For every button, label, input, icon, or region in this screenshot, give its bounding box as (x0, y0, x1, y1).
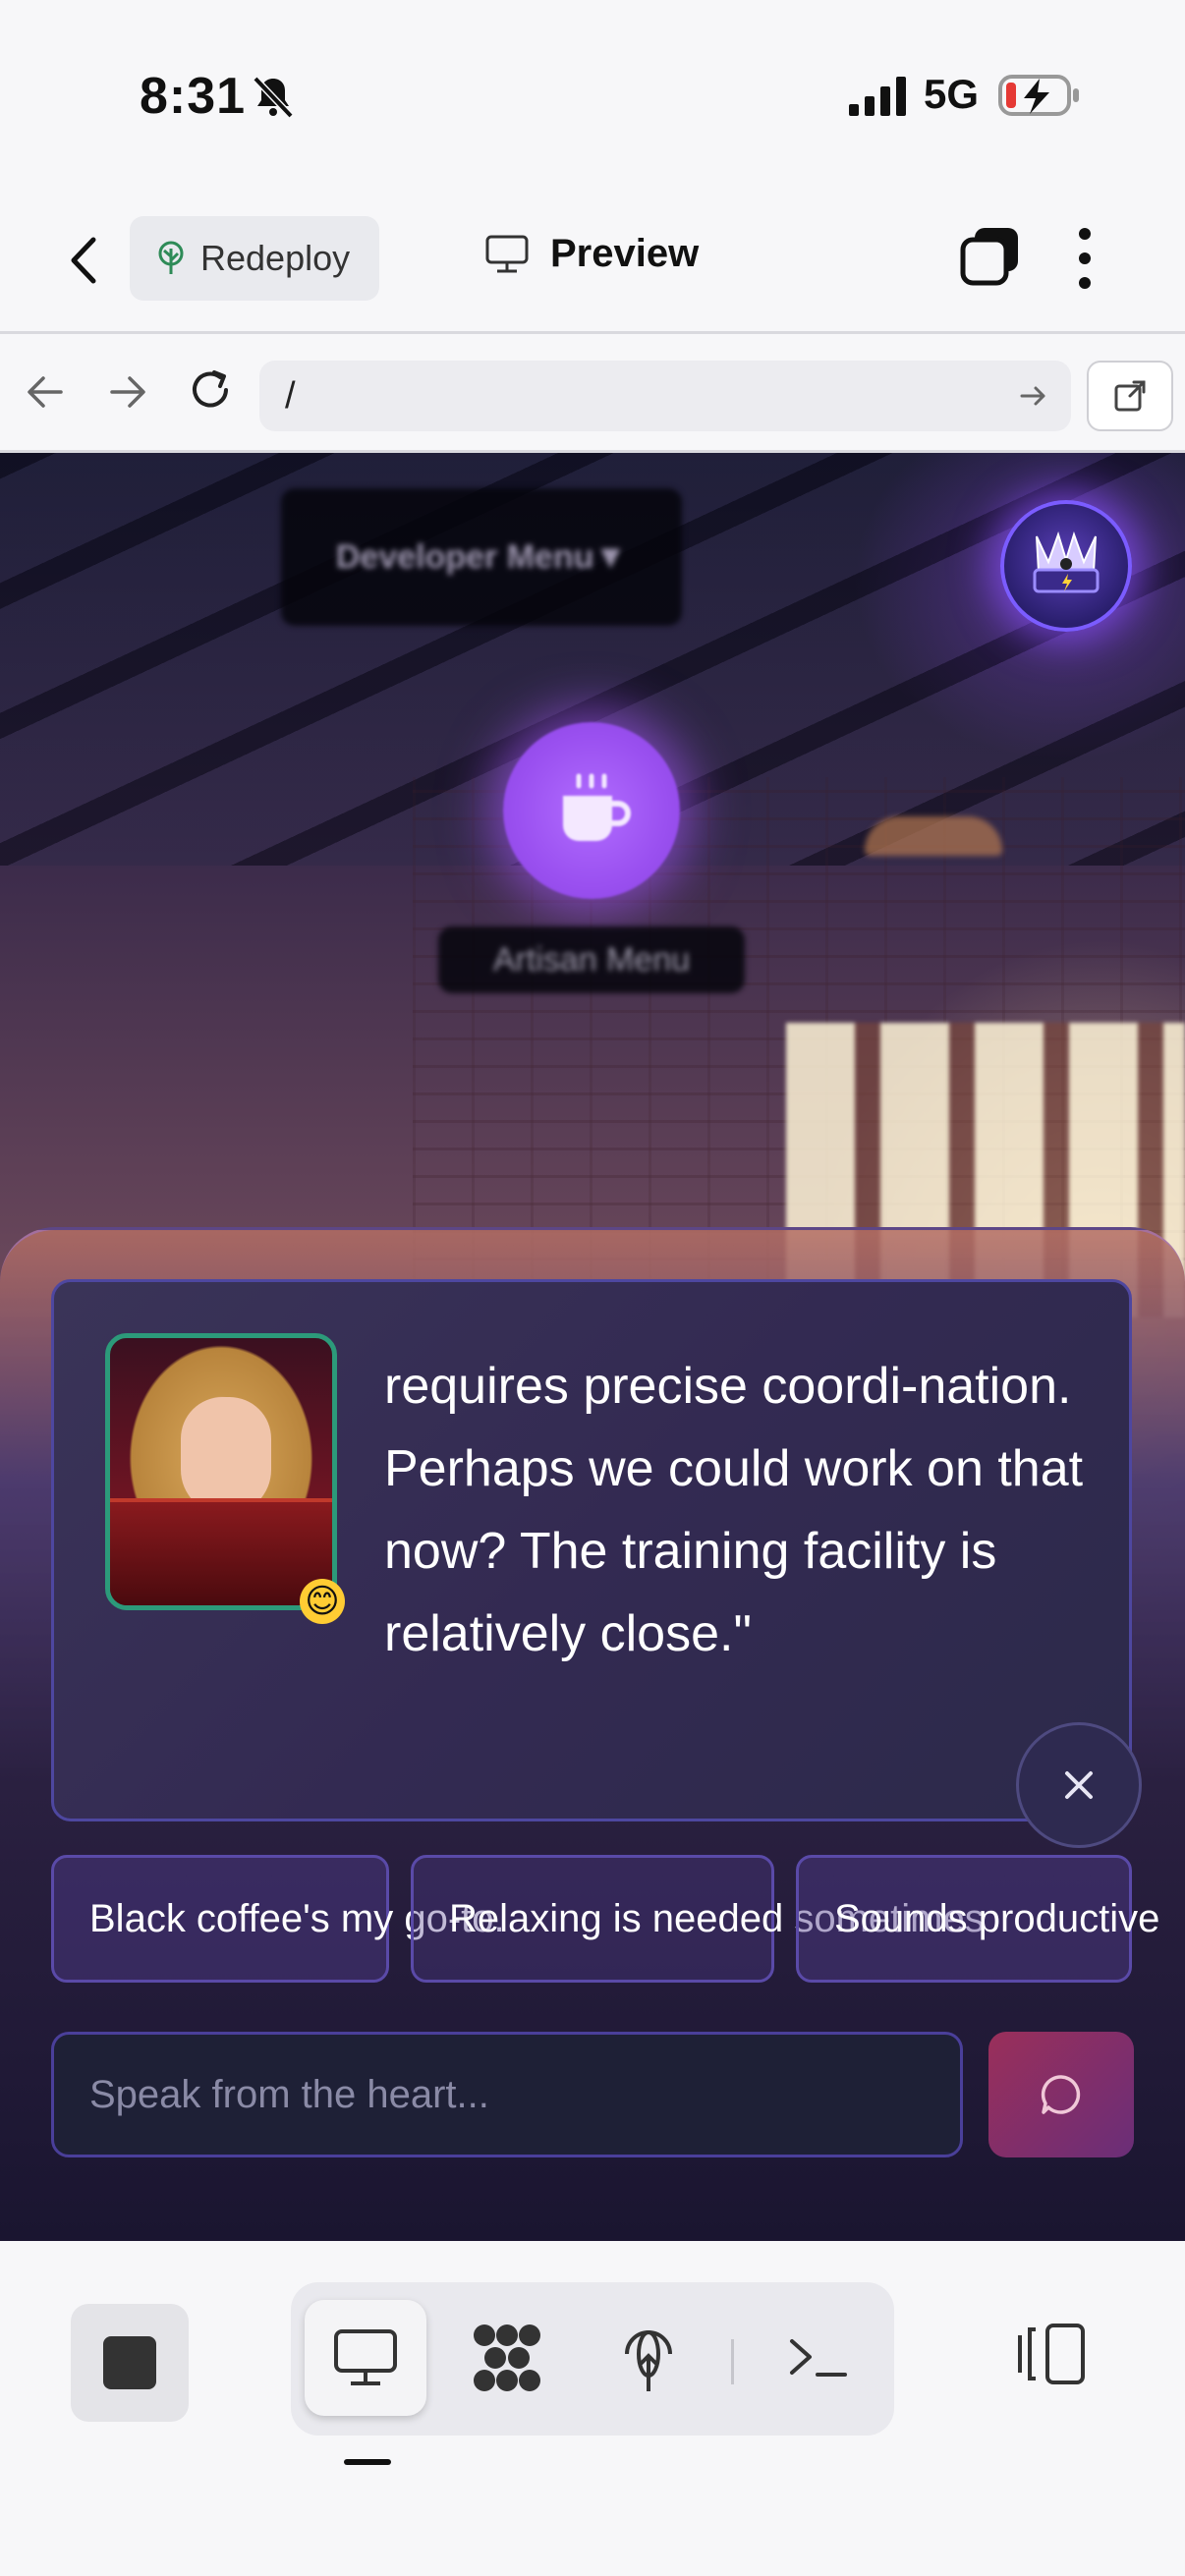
status-bar: 8:31 5G (0, 0, 1185, 196)
antenna-tree-icon (625, 2330, 672, 2391)
go-arrow-icon[interactable] (1016, 378, 1051, 414)
dialog-text: requires precise coordi-nation. Perhaps … (384, 1358, 1084, 1662)
external-link-icon (1114, 380, 1146, 412)
back-button[interactable] (55, 226, 110, 295)
battery-charging-icon (998, 75, 1079, 116)
preview-tab[interactable]: Preview (485, 232, 699, 276)
portrait-armor (110, 1498, 332, 1605)
open-external-button[interactable] (1087, 361, 1173, 431)
arrow-left-icon[interactable] (24, 370, 67, 414)
tabs-stack-icon[interactable] (959, 224, 1022, 287)
character-portrait (105, 1333, 337, 1610)
portrait-face (181, 1397, 271, 1515)
signal-icon (849, 77, 906, 116)
developer-menu-button[interactable]: Developer Menu▼ (281, 488, 682, 626)
side-panel-icon[interactable] (1014, 2322, 1087, 2386)
nodes-icon (474, 2324, 540, 2391)
active-view-indicator (344, 2459, 391, 2465)
app-preview: Developer Menu▼ Artisan Menu 😊 requires … (0, 453, 1185, 2241)
switcher-divider (731, 2339, 734, 2384)
redeploy-label: Redeploy (200, 238, 351, 278)
reply-options: Black coffee's my go-to. Relaxing is nee… (51, 1855, 1159, 1983)
speak-placeholder: Speak from the heart... (89, 2072, 489, 2116)
dialog-card: 😊 requires precise coordi-nation. Perhap… (51, 1279, 1132, 1821)
send-button[interactable] (988, 2032, 1134, 2157)
url-bar-row: / (0, 337, 1185, 453)
url-value: / (285, 374, 296, 417)
crown-badge-button[interactable] (1000, 500, 1132, 632)
reply-chip-sounds-productive[interactable]: Sounds productive (796, 1855, 1159, 1983)
close-dialog-button[interactable] (1016, 1722, 1142, 1848)
reply-chip-label: Sounds productive (834, 1896, 1160, 1940)
status-time: 8:31 (140, 68, 247, 125)
reply-chip-relaxing[interactable]: Relaxing is needed sometimes (411, 1855, 985, 1983)
monitor-icon (485, 235, 529, 272)
terminal-view-button[interactable] (757, 2300, 878, 2416)
bell-muted-icon (253, 76, 294, 119)
coffee-cup-icon (563, 773, 631, 841)
flow-view-button[interactable] (446, 2300, 568, 2416)
more-vertical-icon[interactable] (1073, 224, 1097, 293)
chat-bubble-icon (1041, 2075, 1081, 2114)
network-type: 5G (924, 71, 980, 117)
monitor-icon (334, 2329, 397, 2385)
url-input[interactable]: / (259, 361, 1071, 431)
top-toolbar: Redeploy Preview (0, 196, 1185, 334)
terminal-icon (790, 2339, 847, 2377)
preview-label: Preview (550, 232, 700, 275)
reply-chip-black-coffee[interactable]: Black coffee's my go-to. (51, 1855, 505, 1983)
tree-icon (158, 241, 184, 274)
bottom-toolbar (0, 2241, 1185, 2576)
view-switcher (291, 2282, 894, 2436)
chevron-left-icon (71, 237, 96, 284)
deploy-view-button[interactable] (588, 2300, 709, 2416)
close-icon (1065, 1771, 1093, 1799)
artisan-menu-coffee-button[interactable] (503, 722, 680, 899)
speak-input[interactable]: Speak from the heart... (51, 2032, 963, 2157)
arrow-right-icon[interactable] (106, 370, 149, 414)
crown-icon (1033, 531, 1100, 593)
background-lamp (865, 816, 1002, 856)
stop-button[interactable] (71, 2304, 189, 2422)
stop-icon (103, 2336, 156, 2389)
reload-icon[interactable] (187, 366, 234, 414)
mood-emoji-badge: 😊 (300, 1579, 345, 1624)
artisan-menu-label: Artisan Menu (438, 926, 745, 993)
redeploy-button[interactable]: Redeploy (130, 216, 379, 301)
preview-view-button[interactable] (305, 2300, 426, 2416)
